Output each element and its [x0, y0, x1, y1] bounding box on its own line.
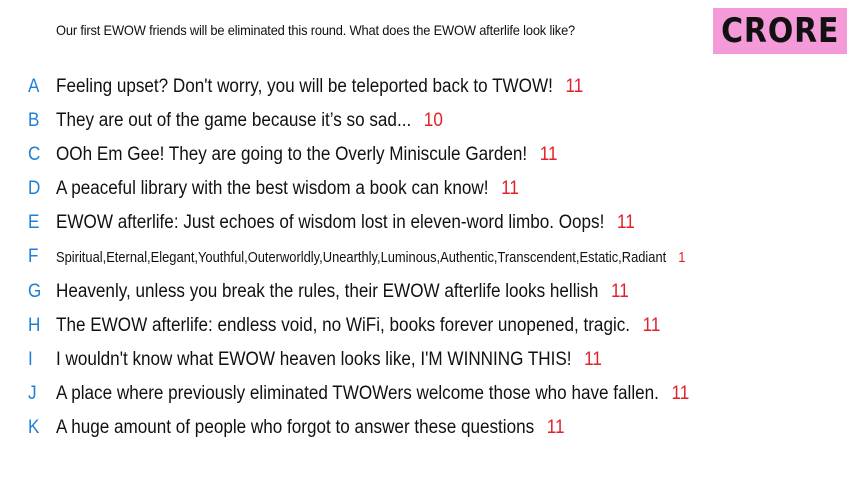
response-row: G Heavenly, unless you break the rules, …	[0, 275, 853, 309]
response-letter: F	[28, 246, 39, 267]
word-count: 11	[501, 178, 519, 199]
response-letter: H	[28, 315, 41, 336]
response-text: The EWOW afterlife: endless void, no WiF…	[56, 315, 631, 336]
response-text: Heavenly, unless you break the rules, th…	[56, 281, 599, 302]
response-text: A peaceful library with the best wisdom …	[56, 178, 489, 199]
response-text: Feeling upset? Don't worry, you will be …	[56, 76, 553, 97]
response-letter: J	[28, 383, 37, 404]
response-letter: B	[28, 110, 40, 131]
response-letter: C	[28, 144, 41, 165]
response-row: E EWOW afterlife: Just echoes of wisdom …	[0, 206, 853, 240]
word-count: 11	[565, 76, 584, 97]
response-row: K A huge amount of people who forgot to …	[0, 411, 853, 445]
badge-label: CRORE	[720, 11, 840, 51]
word-count: 11	[610, 281, 629, 302]
word-count: 11	[539, 144, 558, 165]
prompt-text: Our first EWOW friends will be eliminate…	[56, 22, 576, 38]
word-count: 11	[546, 417, 565, 438]
response-text: I wouldn't know what EWOW heaven looks l…	[56, 349, 572, 370]
response-row: I I wouldn't know what EWOW heaven looks…	[0, 343, 853, 377]
response-text: Spiritual,Eternal,Elegant,Youthful,Outer…	[56, 248, 667, 266]
word-count: 10	[423, 110, 443, 131]
word-count: 1	[678, 248, 686, 266]
response-text: EWOW afterlife: Just echoes of wisdom lo…	[56, 212, 605, 233]
response-text: OOh Em Gee! They are going to the Overly…	[56, 144, 528, 165]
response-row: H The EWOW afterlife: endless void, no W…	[0, 309, 853, 343]
word-count: 11	[671, 383, 690, 404]
response-letter: I	[28, 349, 33, 370]
response-letter: D	[28, 178, 41, 199]
response-row: D A peaceful library with the best wisdo…	[0, 172, 853, 206]
response-row: B They are out of the game because it’s …	[0, 104, 853, 138]
response-row: F Spiritual,Eternal,Elegant,Youthful,Out…	[0, 240, 853, 274]
contestant-badge: CRORE	[713, 8, 847, 54]
response-row: C OOh Em Gee! They are going to the Over…	[0, 138, 853, 172]
response-text: A huge amount of people who forgot to an…	[56, 417, 535, 438]
response-letter: E	[28, 212, 40, 233]
word-count: 11	[616, 212, 635, 233]
word-count: 11	[642, 315, 661, 336]
response-letter: A	[28, 76, 40, 97]
response-row: J A place where previously eliminated TW…	[0, 377, 853, 411]
response-letter: G	[28, 281, 42, 302]
response-text: They are out of the game because it’s so…	[56, 110, 412, 131]
response-row: A Feeling upset? Don't worry, you will b…	[0, 70, 853, 104]
response-text: A place where previously eliminated TWOW…	[56, 383, 659, 404]
response-letter: K	[28, 417, 40, 438]
word-count: 11	[584, 349, 602, 370]
